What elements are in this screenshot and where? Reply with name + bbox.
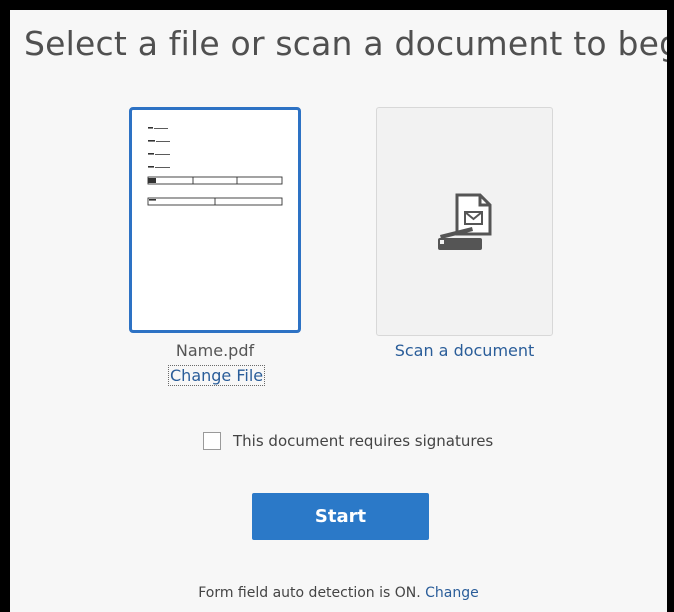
scan-document-tile[interactable] <box>376 107 553 336</box>
signatures-option: This document requires signatures <box>203 430 493 452</box>
document-preview-image <box>147 127 283 206</box>
window-frame: Select a file or scan a document to begi… <box>0 0 674 612</box>
signatures-checkbox[interactable] <box>203 432 221 450</box>
scan-document-link[interactable]: Scan a document <box>376 341 553 360</box>
scanner-icon <box>438 193 492 250</box>
signatures-label[interactable]: This document requires signatures <box>233 432 493 450</box>
auto-detection-text: Form field auto detection is ON. <box>198 585 421 601</box>
file-name: Name.pdf <box>175 341 255 360</box>
file-thumbnail[interactable] <box>129 107 301 333</box>
change-file-link[interactable]: Change File <box>168 365 266 386</box>
dialog-panel: Select a file or scan a document to begi… <box>10 10 667 612</box>
start-button[interactable]: Start <box>252 493 429 540</box>
dialog-title: Select a file or scan a document to begi… <box>24 24 667 63</box>
change-detection-link[interactable]: Change <box>425 585 479 601</box>
auto-detection-status: Form field auto detection is ON. Change <box>10 585 667 601</box>
